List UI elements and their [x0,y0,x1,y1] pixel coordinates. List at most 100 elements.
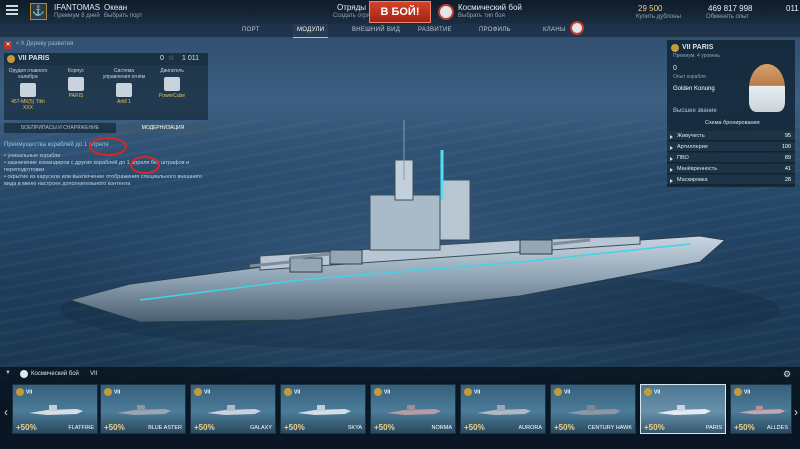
stat-concealment[interactable]: Маскировка 28 [667,175,795,185]
filter-mode-label[interactable]: Космический бой [31,371,79,377]
carousel-right-arrow[interactable]: › [792,402,800,422]
tier-icon [194,388,202,396]
stat-label: Живучесть [677,133,705,139]
tab-upgrades[interactable]: МОДЕРНИЗАЦИЯ [118,123,208,133]
stat-label: Маскировка [677,177,708,183]
tier-label: VII [554,388,570,396]
tab-research[interactable]: РАЗВИТИЕ [418,27,452,33]
module-value: PARIS [68,93,84,99]
ship-xp-label: Опыт корабля [673,74,706,80]
tier-label: VII [644,388,660,396]
credits-value[interactable]: 469 817 998 [708,4,753,13]
filter-tier-label[interactable]: VII [90,371,97,377]
ship-card[interactable]: VII +50% FLATFIRE [12,384,98,434]
close-icon[interactable]: ✕ [4,41,12,49]
battle-mode-icon [20,370,28,378]
ship-card[interactable]: VII +50% BLUE ASTER [100,384,186,434]
highlight-circle [130,156,160,174]
module-title: Корпус [67,68,85,74]
ship-carousel: ‹ VII +50% FLATFIRE VII +50% BLUE ASTER VII +… [0,382,800,449]
battle-button[interactable]: В БОЙ! [369,1,431,23]
tier-icon [734,388,742,396]
premium-status: Премиум 8 дней [54,13,100,19]
xp-bonus: +50% [284,423,305,432]
tab-port[interactable]: ПОРТ [242,27,260,33]
port-select-hint: Выбрать порт [104,13,143,19]
ship-name: VII PARIS [682,44,714,51]
tier-text: VII [384,389,391,396]
tier-text: VII [204,389,211,396]
username[interactable]: IFANTOMAS [54,3,100,12]
tier-text: VII [474,389,481,396]
battle-type[interactable]: Космический бой [458,3,522,12]
ship-thumbnail [387,405,441,415]
ship-thumbnail [29,405,83,415]
tab-profile[interactable]: ПРОФИЛЬ [479,27,511,33]
tab-modules[interactable]: МОДУЛИ [292,24,329,38]
module-hull[interactable]: Корпус PARIS [54,68,98,99]
ship-card-name: FLATFIRE [68,425,94,431]
settings-gear-icon[interactable]: ⚙ [783,369,791,380]
xp-bonus: +50% [554,423,575,432]
ship-thumbnail [297,405,351,415]
tier-icon [284,388,292,396]
module-value: Аrtill 1 [117,99,131,105]
subtabs: БОЕПРИПАСЫ И СНАРЯЖЕНИЕ МОДЕРНИЗАЦИЯ [4,123,208,133]
ship-thumbnail [117,405,171,415]
module-engine[interactable]: Двигатель PowerCube [150,68,194,99]
free-xp-value[interactable]: 011 [786,4,799,13]
clan-gear-icon[interactable] [570,21,584,35]
stat-artillery[interactable]: Артиллерия 100 [667,142,795,152]
ship-card[interactable]: VII +50% AURORA [460,384,546,434]
rank-badge-icon[interactable]: ⚓ [30,3,47,20]
ship-thumbnail [657,405,711,415]
menu-icon[interactable] [6,5,18,15]
armor-scheme-link[interactable]: Схема бронирования [705,120,760,126]
tier-text: VII [114,389,121,396]
module-fire-control[interactable]: Система управления огнём Аrtill 1 [102,68,146,105]
stat-aa[interactable]: ПВО 89 [667,153,795,163]
modules-panel: Орудия главного калибра 457-МК(5) Tikh X… [4,65,208,120]
tab-appearance[interactable]: ВНЕШНИЙ ВИД [352,27,400,33]
squads-button[interactable]: Отряды [337,3,366,12]
engine-icon [164,77,180,91]
commander-name[interactable]: Golden Konung [673,86,715,92]
buy-doubloons-link[interactable]: Купить дублоны [636,14,681,20]
stat-maneuverability[interactable]: Манёвренность 41 [667,164,795,174]
ship-card-name: ALLDES [766,425,788,431]
tab-clans[interactable]: КЛАНЫ [543,27,566,33]
fire-control-icon [116,83,132,97]
ship-card-selected[interactable]: VII +50% PARIS [640,384,726,434]
tier-text: VII [744,389,751,396]
stat-value: 95 [784,133,791,139]
ship-card[interactable]: VII +50% ALLDES [730,384,792,434]
main-nav: ПОРТ МОДУЛИ ВНЕШНИЙ ВИД РАЗВИТИЕ ПРОФИЛЬ… [0,21,800,38]
tab-consumables[interactable]: БОЕПРИПАСЫ И СНАРЯЖЕНИЕ [4,123,116,133]
ship-card[interactable]: VII +50% CENTURY HAWK [550,384,636,434]
exchange-xp-link[interactable]: Обменять опыт [706,14,749,20]
module-main-battery[interactable]: Орудия главного калибра 457-МК(5) Tikh X… [6,68,50,111]
stat-value: 100 [781,144,791,150]
ship-thumbnail [477,405,531,415]
port-name[interactable]: Океан [104,3,127,12]
commander-portrait[interactable] [749,64,785,112]
stat-value: 41 [784,166,791,172]
module-title: Орудия главного калибра [8,68,48,80]
tier-text: VII [564,389,571,396]
ship-card[interactable]: VII +50% NORMA [370,384,456,434]
tier-icon [644,388,652,396]
ship-xp: 0 [160,55,164,62]
stat-label: Артиллерия [677,144,708,150]
doubloons-value[interactable]: 29 500 [638,4,662,13]
expand-icon [670,146,673,150]
carousel-left-arrow[interactable]: ‹ [2,402,10,422]
ship-info-panel: VII PARIS Премиум. 4 уровень 0 Опыт кора… [667,40,795,187]
filter-icon[interactable]: ▼ [5,370,11,376]
stat-survivability[interactable]: Живучесть 95 [667,131,795,141]
battle-type-hint: Выбрать тип боя [458,13,505,19]
back-to-tree-link[interactable]: < К Дереву развития [16,41,73,47]
ship-card[interactable]: VII +50% GALAXY [190,384,276,434]
battle-type-icon[interactable] [438,4,454,20]
ship-card[interactable]: VII +50% SKYA [280,384,366,434]
hull-icon [68,77,84,91]
